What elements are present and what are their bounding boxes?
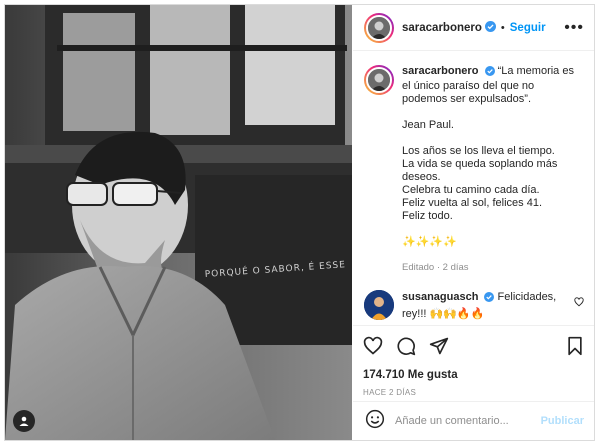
share-icon[interactable] [429, 336, 449, 356]
post-header: saracarbonero • Seguir ••• [353, 5, 594, 51]
comment-icon[interactable] [396, 336, 416, 356]
like-count[interactable]: 174.710 Me gusta [363, 369, 584, 381]
heart-icon[interactable] [363, 336, 383, 356]
post-dialog: PORQUÉ O SABOR, É ESSE saracarbonero • S… [4, 4, 595, 441]
verified-icon [484, 66, 495, 80]
comment-input[interactable] [395, 415, 535, 427]
post-actions: 174.710 Me gusta HACE 2 DÍAS [353, 325, 594, 397]
save-icon[interactable] [566, 336, 584, 356]
post-side-panel: saracarbonero • Seguir ••• saracarbonero… [353, 5, 594, 440]
comment-item: susanaguasch Felicidades, rey!!! 🙌🙌🔥🔥 [364, 290, 584, 322]
post-time[interactable]: HACE 2 DÍAS [363, 388, 584, 397]
tag-icon[interactable] [13, 410, 35, 432]
commenter-username[interactable]: susanaguasch [402, 291, 478, 303]
comments-list[interactable]: saracarbonero “La memoria es el único pa… [353, 51, 594, 325]
follow-button[interactable]: Seguir [510, 22, 546, 34]
add-comment-bar: Publicar [353, 401, 594, 440]
caption-sparkles: ✨✨✨✨ [402, 236, 457, 248]
verified-icon [484, 292, 495, 307]
caption-message: Los años se los lleva el tiempo. La vida… [402, 145, 558, 222]
header-separator: • [500, 21, 505, 34]
caption-author[interactable]: saracarbonero [402, 65, 478, 77]
caption-body: saracarbonero “La memoria es el único pa… [402, 65, 582, 274]
caption: saracarbonero “La memoria es el único pa… [364, 65, 584, 274]
caption-quote-author: Jean Paul. [402, 119, 454, 131]
caption-meta: Editado · 2 días [402, 262, 469, 273]
verified-icon [484, 19, 496, 37]
photo-image: PORQUÉ O SABOR, É ESSE [5, 5, 352, 440]
author-avatar[interactable] [364, 12, 394, 43]
publish-button[interactable]: Publicar [541, 415, 584, 427]
commenter-avatar[interactable] [364, 290, 394, 320]
emoji-icon[interactable] [365, 409, 385, 434]
author-username[interactable]: saracarbonero [402, 22, 482, 34]
action-icons [363, 335, 584, 357]
caption-avatar[interactable] [364, 65, 394, 95]
post-photo[interactable]: PORQUÉ O SABOR, É ESSE [5, 5, 352, 440]
comment-body: susanaguasch Felicidades, rey!!! 🙌🙌🔥🔥 [402, 290, 574, 322]
comment-like-icon[interactable] [574, 294, 584, 312]
more-icon[interactable]: ••• [564, 19, 584, 36]
